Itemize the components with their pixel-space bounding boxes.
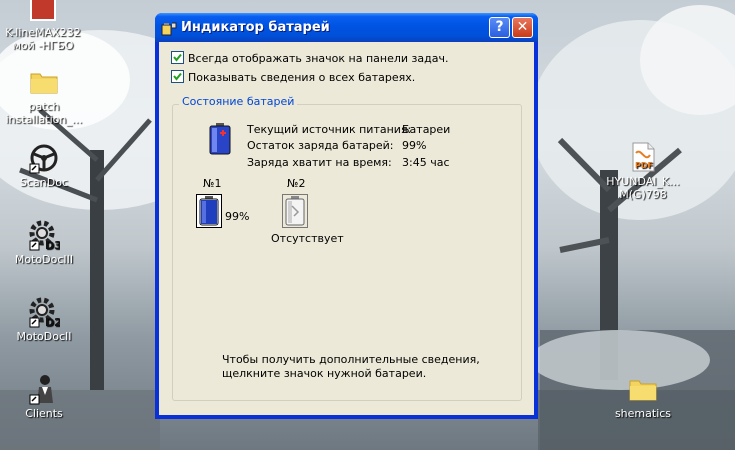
battery-1-button[interactable]	[196, 194, 222, 228]
always-show-icon-option[interactable]: Всегда отображать значок на панели задач…	[171, 51, 448, 65]
desktop-icon-label: M(G)798	[619, 188, 667, 201]
charge-remaining-label: Остаток заряда батарей:	[247, 139, 394, 152]
battery-icon	[199, 196, 219, 226]
desktop-icon-clients[interactable]: Clients	[0, 373, 89, 420]
steering-wheel-icon	[29, 144, 58, 174]
show-all-batteries-checkbox[interactable]	[171, 70, 184, 83]
desktop-icon-label: Clients	[25, 407, 63, 420]
power-source-label: Текущий источник питания:	[247, 123, 412, 136]
checkmark-icon	[173, 72, 182, 81]
battery-meter-window: Индикатор батарей ? ✕ Всегда отображать …	[155, 13, 538, 419]
always-show-icon-checkbox[interactable]	[171, 51, 184, 64]
desktop-icon-label: HYUNDAI_K...	[606, 175, 680, 188]
battery-icon	[209, 123, 231, 155]
hint-line-1: Чтобы получить дополнительные сведения,	[222, 353, 480, 366]
person-icon	[29, 375, 53, 405]
motodociii-badge: D3	[45, 239, 60, 251]
window-client-area: Всегда отображать значок на панели задач…	[159, 42, 534, 415]
kline-icon	[30, 0, 56, 21]
time-remaining-label: Заряда хватит на время:	[247, 156, 392, 169]
desktop-icon-label: мой -НГБО	[12, 39, 74, 52]
battery-2-status: Отсутствует	[271, 232, 344, 245]
desktop-icon-label: shematics	[614, 407, 672, 420]
desktop-icon-label: MotoDocII	[16, 330, 72, 343]
desktop-icon-label: installation_...	[5, 113, 83, 126]
battery-2-title: №2	[287, 177, 306, 190]
title-bar[interactable]: Индикатор батарей ? ✕	[155, 13, 538, 42]
desktop-icon-kline[interactable]: K-lineMAX232 мой -НГБО	[0, 0, 88, 52]
battery-1-title: №1	[203, 177, 222, 190]
show-all-batteries-option[interactable]: Показывать сведения о всех батареях.	[171, 70, 415, 84]
folder-icon	[629, 380, 657, 401]
desktop-icon-pdf[interactable]: PDF HYUNDAI_K... M(G)798	[598, 141, 688, 201]
help-button[interactable]: ?	[489, 17, 510, 38]
battery-plug-icon	[161, 22, 177, 36]
close-button[interactable]: ✕	[512, 17, 533, 38]
charge-remaining-value: 99%	[402, 139, 427, 152]
battery-status-group-title: Состояние батарей	[179, 95, 298, 108]
gear-icon: D2	[29, 297, 60, 328]
window-title: Индикатор батарей	[181, 20, 330, 35]
motodocii-badge: D2	[45, 316, 60, 328]
desktop-icon-scandoc[interactable]: ScanDoc	[0, 142, 89, 189]
desktop-icon-label: patch	[28, 100, 60, 113]
battery-2-button[interactable]	[282, 194, 308, 228]
time-remaining-value: 3:45 час	[402, 156, 450, 169]
show-all-batteries-label: Показывать сведения о всех батареях.	[188, 71, 416, 84]
gear-icon: D3	[29, 220, 60, 251]
desktop-icon-patch[interactable]: patch installation_...	[0, 66, 89, 126]
help-hint-text: Чтобы получить дополнительные сведения, …	[222, 353, 480, 381]
pdf-badge: PDF	[635, 161, 653, 170]
pdf-file-icon: PDF	[632, 142, 655, 172]
desktop-icon-label: K-lineMAX232	[5, 26, 81, 39]
power-source-value: Батареи	[402, 123, 451, 136]
desktop-icon-label: MotoDocIII	[14, 253, 74, 266]
desktop-icon-label: ScanDoc	[20, 176, 68, 189]
desktop-icon-motodociii[interactable]: D3 MotoDocIII	[0, 219, 89, 266]
battery-empty-icon	[282, 194, 308, 228]
always-show-icon-label: Всегда отображать значок на панели задач…	[188, 52, 449, 65]
folder-icon	[30, 73, 58, 94]
checkmark-icon	[173, 53, 182, 62]
battery-1-status: 99%	[225, 210, 250, 223]
desktop-icon-motodocii[interactable]: D2 MotoDocII	[0, 296, 89, 343]
desktop-icon-shematics[interactable]: shematics	[598, 373, 688, 420]
hint-line-2: щелкните значок нужной батареи.	[222, 367, 427, 380]
